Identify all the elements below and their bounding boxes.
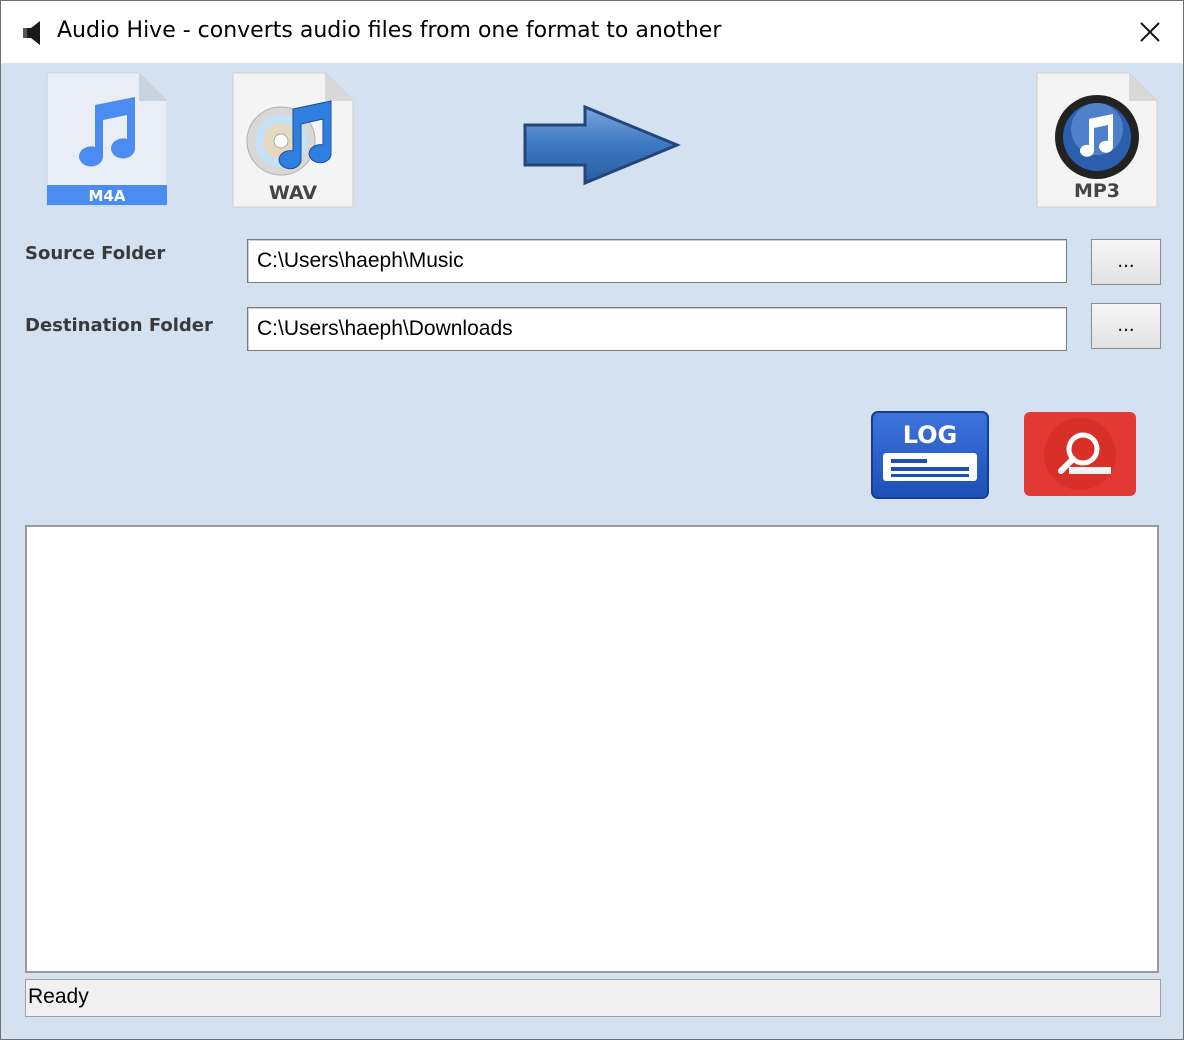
source-folder-label: Source Folder — [25, 243, 166, 264]
app-window: Audio Hive - converts audio files from o… — [0, 0, 1184, 1040]
speaker-icon — [23, 21, 40, 45]
mp3-label: MP3 — [1074, 180, 1120, 202]
destination-folder-label: Destination Folder — [25, 315, 213, 336]
wav-file-icon: WAV — [232, 72, 354, 208]
status-bar: Ready — [25, 979, 1161, 1017]
log-label: LOG — [903, 421, 958, 449]
source-folder-input[interactable] — [247, 239, 1067, 283]
output-log-area[interactable] — [25, 525, 1159, 973]
wav-label: WAV — [269, 182, 318, 204]
destination-browse-button[interactable]: ... — [1091, 303, 1161, 349]
close-icon[interactable] — [1127, 11, 1173, 55]
m4a-label: M4A — [89, 187, 126, 205]
window-title: Audio Hive - converts audio files from o… — [57, 18, 722, 43]
source-browse-button[interactable]: ... — [1091, 239, 1161, 285]
search-icon[interactable] — [1023, 411, 1137, 497]
title-bar[interactable]: Audio Hive - converts audio files from o… — [1, 1, 1183, 63]
right-arrow-icon — [523, 104, 681, 186]
mp3-file-icon: MP3 — [1036, 72, 1158, 208]
m4a-file-icon: M4A — [46, 72, 167, 206]
log-button[interactable]: LOG — [871, 411, 989, 499]
destination-folder-input[interactable] — [247, 307, 1067, 351]
